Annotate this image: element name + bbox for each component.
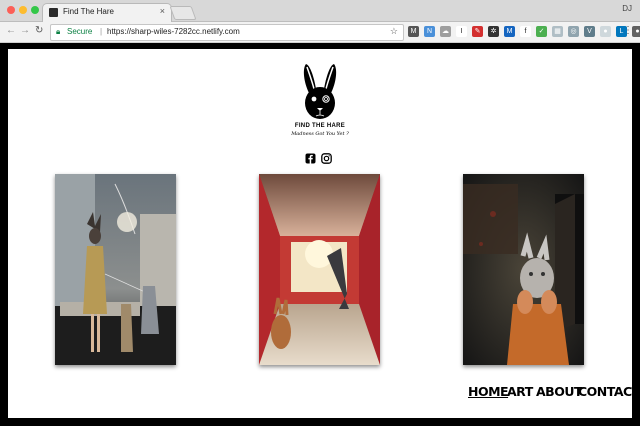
tab-close-icon[interactable]: ×	[160, 6, 165, 16]
site-favicon-icon	[49, 8, 58, 17]
nav-art-link[interactable]: ART	[507, 384, 533, 399]
ext-react-icon[interactable]: ✲	[488, 26, 499, 37]
browser-toolbar: ← → ↻ 🔒︎ Secure | https://sharp-wiles-72…	[0, 22, 640, 43]
extension-icons: MN☁I✎✲Mf✓▦◎V●L●◆	[408, 26, 640, 38]
ext-v-icon[interactable]: V	[584, 26, 595, 37]
tab-title: Find The Hare	[63, 7, 114, 16]
zoom-window-button[interactable]	[31, 6, 39, 14]
lock-icon: 🔒︎	[56, 27, 61, 36]
back-arrow-icon[interactable]: ←	[6, 25, 16, 36]
nav-about-link[interactable]: ABOUT	[536, 384, 583, 399]
minimize-window-button[interactable]	[19, 6, 27, 14]
ext-new-icon[interactable]: N	[424, 26, 435, 37]
url-text[interactable]: https://sharp-wiles-7282cc.netlify.com	[107, 27, 240, 36]
artwork-hare-in-red-room[interactable]	[259, 174, 380, 365]
ext-fx-icon[interactable]: f	[520, 26, 531, 37]
browser-tab-bar: Find The Hare × DJ	[0, 0, 640, 22]
instagram-icon[interactable]	[321, 153, 332, 164]
address-separator: |	[100, 27, 103, 36]
artwork-hare-masked-figure-in-dark[interactable]	[463, 174, 584, 365]
artwork-hare-woman-in-gold-dress[interactable]	[55, 174, 176, 365]
address-bar[interactable]: 🔒︎ Secure | https://sharp-wiles-7282cc.n…	[50, 24, 404, 41]
ext-m2-icon[interactable]: M	[504, 26, 515, 37]
brand-title: FIND THE HARE	[294, 123, 346, 129]
ext-m-icon[interactable]: M	[408, 26, 419, 37]
ext-target-icon[interactable]: ◎	[568, 26, 579, 37]
ext-person-icon[interactable]: ●	[600, 26, 611, 37]
new-tab-button[interactable]	[169, 6, 197, 20]
browser-tab[interactable]: Find The Hare ×	[42, 3, 172, 22]
profile-button[interactable]: DJ	[622, 4, 632, 13]
web-page: FIND THE HARE Madness Got You Yet ? HOME…	[8, 49, 640, 418]
ext-clock-icon[interactable]: ●	[632, 26, 640, 37]
ext-pen-icon[interactable]: ✎	[472, 26, 483, 37]
ext-grid-icon[interactable]: ▦	[552, 26, 563, 37]
forward-arrow-icon[interactable]: →	[20, 25, 30, 36]
ext-i-icon[interactable]: I	[456, 26, 467, 37]
security-label: Secure	[67, 27, 93, 36]
ext-check-icon[interactable]: ✓	[536, 26, 547, 37]
hare-logo-icon[interactable]	[296, 63, 344, 121]
reload-icon[interactable]: ↻	[35, 25, 43, 36]
ext-cloud-icon[interactable]: ☁	[440, 26, 451, 37]
chrome-menu-icon[interactable]: ⋮	[623, 25, 633, 36]
bookmark-star-icon[interactable]: ☆	[390, 26, 398, 37]
brand-tagline: Madness Got You Yet ?	[291, 131, 349, 137]
nav-contact-link[interactable]: CONTACT	[578, 384, 640, 399]
close-window-button[interactable]	[7, 6, 15, 14]
facebook-icon[interactable]	[305, 153, 316, 164]
nav-home-link[interactable]: HOME	[468, 384, 509, 399]
